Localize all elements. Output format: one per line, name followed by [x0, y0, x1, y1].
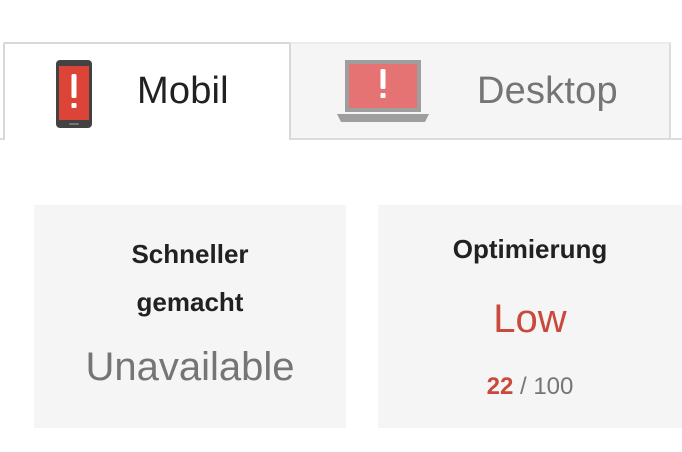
tab-mobile-label: Mobil — [137, 70, 229, 112]
optimization-rating: Low — [493, 297, 567, 341]
optimization-card-title: Optimierung — [452, 234, 608, 264]
score-max: 100 — [533, 373, 574, 400]
tab-mobile[interactable]: Mobil — [3, 42, 291, 140]
optimization-score: 22 / 100 — [378, 373, 682, 401]
tab-desktop[interactable]: Desktop — [291, 42, 671, 138]
optimization-card: Optimierung Low 22 / 100 — [378, 205, 682, 428]
tab-desktop-label: Desktop — [477, 70, 618, 112]
speed-value: Unavailable — [85, 345, 295, 389]
pagespeed-report: Mobil Desktop Schneller gemacht Unavaila… — [0, 0, 682, 452]
speed-card-title: Schneller gemacht — [131, 239, 249, 317]
score-separator: / — [519, 373, 527, 400]
mobile-phone-warning-icon — [56, 60, 92, 128]
laptop-warning-icon — [337, 60, 429, 122]
score-value: 22 — [486, 373, 514, 400]
speed-card: Schneller gemacht Unavailable — [34, 205, 346, 428]
